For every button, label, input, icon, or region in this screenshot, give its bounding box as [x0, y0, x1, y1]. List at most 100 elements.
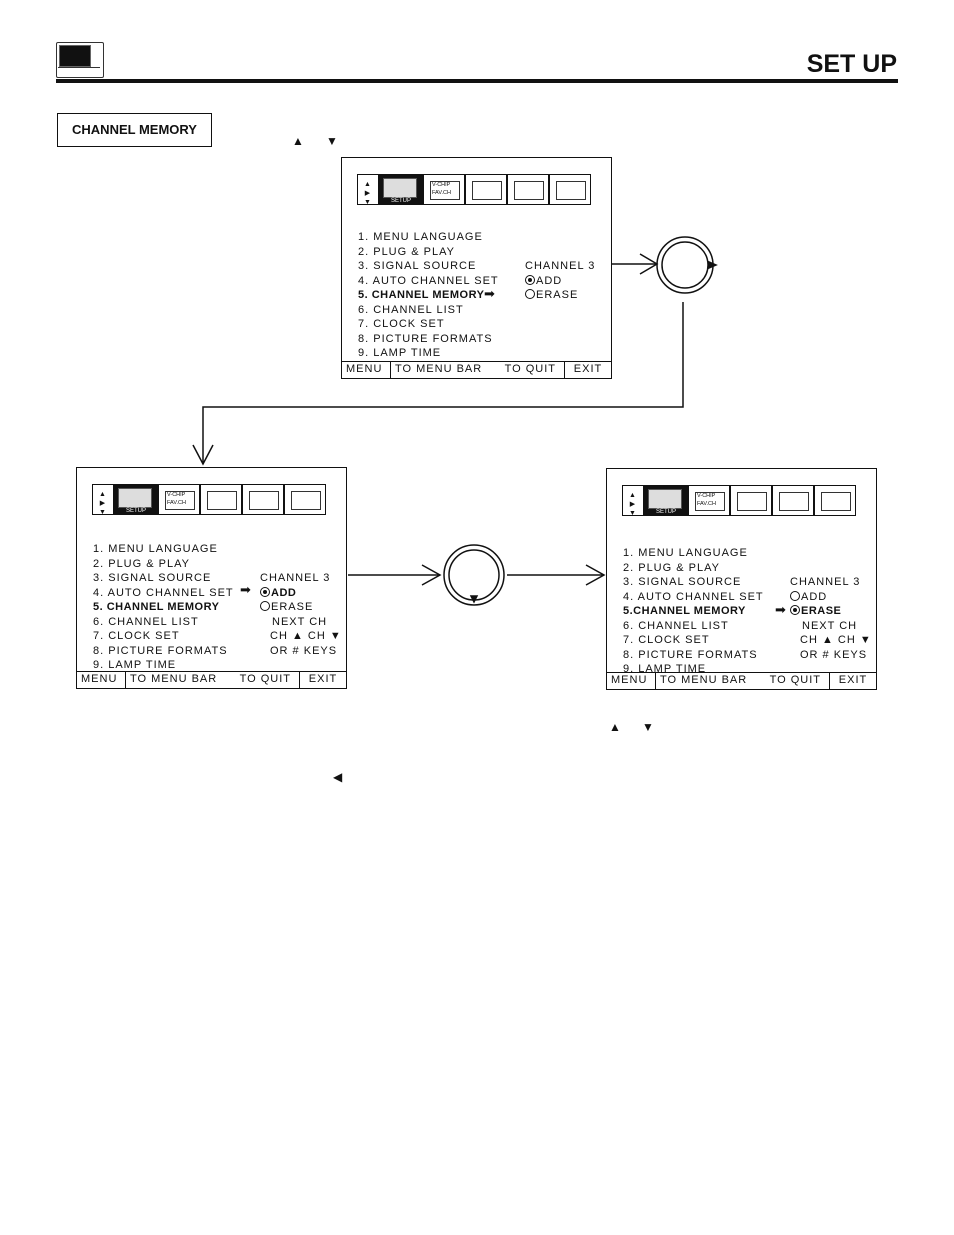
- menu-item[interactable]: 8. PICTURE FORMATS: [623, 648, 764, 663]
- audio-tab-icon[interactable]: [242, 484, 284, 515]
- menu-item[interactable]: 7. CLOCK SET: [93, 629, 234, 644]
- radio-selected-icon[interactable]: [790, 605, 800, 615]
- signal-channel: CHANNEL 3: [260, 571, 342, 586]
- setup-tab-icon: SETUP: [379, 174, 423, 205]
- ch-keys-hint-text: CH ▲ CH ▼: [270, 630, 342, 642]
- next-ch-hint: NEXT CH: [260, 615, 342, 630]
- ch-keys-hint: CH ▲ CH ▼: [790, 633, 872, 648]
- vchip-label: V-CHIP: [432, 182, 451, 188]
- tv-screen-icon: [118, 488, 152, 508]
- ch-keys-hint-text: CH ▲ CH ▼: [800, 634, 872, 646]
- footer-label: TO QUIT: [239, 673, 291, 685]
- or-keys-hint-text: OR # KEYS: [800, 648, 868, 661]
- menu-item[interactable]: 6. CHANNEL LIST: [93, 615, 234, 630]
- add-option-text: ADD: [801, 590, 828, 603]
- footer-label: EXIT: [564, 362, 611, 378]
- fav-ch-label: FAV.CH: [167, 500, 186, 506]
- menu-item[interactable]: 3. SIGNAL SOURCE: [358, 259, 499, 274]
- button-circle-inner: [661, 241, 709, 289]
- menu-item[interactable]: 2. PLUG & PLAY: [93, 557, 234, 572]
- picture-glyph: [207, 491, 237, 510]
- footer-label: TO QUIT: [504, 363, 556, 375]
- menu-item[interactable]: 8. PICTURE FORMATS: [358, 332, 499, 347]
- menu-item[interactable]: 4. AUTO CHANNEL SET: [93, 586, 234, 601]
- button-circle-inner: [448, 549, 500, 601]
- footer-label: EXIT: [829, 673, 876, 689]
- or-keys-hint: OR # KEYS: [260, 644, 342, 659]
- audio-glyph: [779, 492, 809, 511]
- menu-item-list: 1. MENU LANGUAGE 2. PLUG & PLAY 3. SIGNAL …: [358, 230, 499, 361]
- add-option-text: ADD: [536, 274, 563, 287]
- radio-unselected-icon[interactable]: [260, 601, 270, 611]
- picture-tab-icon[interactable]: [730, 485, 772, 516]
- erase-option: ERASE: [260, 600, 342, 615]
- tv-screen-icon: [383, 178, 417, 198]
- tv-screen-icon: [648, 489, 682, 509]
- menu-item[interactable]: 2. PLUG & PLAY: [358, 245, 499, 260]
- menu-item[interactable]: 4. AUTO CHANNEL SET: [623, 590, 764, 605]
- signal-channel: CHANNEL 3: [525, 259, 595, 274]
- radio-unselected-icon[interactable]: [790, 590, 800, 601]
- footer-label: MENU: [346, 363, 383, 375]
- menu-item[interactable]: 6. CHANNEL LIST: [358, 303, 499, 318]
- setup-tab-label: SETUP: [655, 509, 676, 515]
- menu-item[interactable]: 7. CLOCK SET: [358, 317, 499, 332]
- next-ch-hint-text: NEXT CH: [802, 619, 858, 632]
- footer-label: EXIT: [299, 672, 346, 688]
- menu-item[interactable]: 2. PLUG & PLAY: [623, 561, 764, 576]
- audio-tab-icon[interactable]: [772, 485, 814, 516]
- pointer-arrow-icon: ➡: [775, 602, 787, 617]
- pointer-arrow-icon: ➡: [240, 582, 252, 597]
- menu-item[interactable]: 5. CHANNEL MEMORY: [358, 288, 499, 303]
- menu-footer: MENU TO MENU BAR TO QUIT EXIT: [342, 361, 611, 378]
- radio-unselected-icon[interactable]: [525, 289, 535, 299]
- erase-option-text: ERASE: [271, 601, 314, 613]
- picture-tab-icon[interactable]: [200, 484, 242, 515]
- menu-item[interactable]: 8. PICTURE FORMATS: [93, 644, 234, 659]
- signal-channel-text: CHANNEL 3: [525, 260, 596, 272]
- menu-item[interactable]: 1. MENU LANGUAGE: [623, 546, 764, 561]
- erase-option: ERASE: [790, 604, 872, 619]
- theater-tab-icon[interactable]: [284, 484, 326, 515]
- menu-item[interactable]: 3. SIGNAL SOURCE: [623, 575, 764, 590]
- menu-screen: ▲ ▶ ▼ SETUP V-CHIP FAV.CH 1. MENU LANGUAGE 2. P…: [76, 467, 347, 689]
- theater-tab-icon[interactable]: [814, 485, 856, 516]
- menu-item[interactable]: 3. SIGNAL SOURCE: [93, 571, 234, 586]
- radio-selected-icon[interactable]: [260, 586, 270, 597]
- radio-selected-icon[interactable]: [525, 274, 535, 285]
- add-option: ADD: [790, 590, 872, 605]
- menu-item[interactable]: 5. CHANNEL MEMORY: [93, 600, 234, 615]
- option-column: CHANNEL 3 ADD ERASE NEXT CH CH ▲ CH ▼ OR # KE…: [790, 575, 872, 662]
- theater-glyph: [291, 491, 321, 510]
- menu-icon-bar: ▲ ▶ ▼ SETUP V-CHIP FAV.CH: [622, 485, 858, 518]
- menu-item[interactable]: 6. CHANNEL LIST: [623, 619, 764, 634]
- manual-page: SET UP CHANNEL MEMORY ▲ ▼ ▲ ▼ ◀ ▲ ▶ ▼ SETUP…: [0, 0, 954, 1235]
- theater-tab-icon[interactable]: [549, 174, 591, 205]
- audio-glyph: [249, 491, 279, 510]
- menu-item[interactable]: 5.CHANNEL MEMORY: [623, 604, 764, 619]
- picture-tab-icon[interactable]: [465, 174, 507, 205]
- audio-tab-icon[interactable]: [507, 174, 549, 205]
- next-ch-hint: NEXT CH: [790, 619, 872, 634]
- ch-keys-hint: CH ▲ CH ▼: [260, 629, 342, 644]
- menu-item[interactable]: 1. MENU LANGUAGE: [358, 230, 499, 245]
- menu-item[interactable]: 1. MENU LANGUAGE: [93, 542, 234, 557]
- menu-footer: MENU TO MENU BAR TO QUIT EXIT: [607, 672, 876, 689]
- next-ch-hint-text: NEXT CH: [272, 615, 328, 628]
- menu-icon-bar: ▲ ▶ ▼ SETUP V-CHIP FAV.CH: [357, 174, 593, 207]
- add-option: ADD: [525, 274, 595, 289]
- menu-item[interactable]: 4. AUTO CHANNEL SET: [358, 274, 499, 289]
- vchip-tab-icon[interactable]: V-CHIP FAV.CH: [158, 484, 200, 515]
- option-column: CHANNEL 3 ADD ERASE: [525, 259, 595, 303]
- setup-tab-icon: SETUP: [114, 484, 158, 515]
- footer-label: TO MENU BAR: [125, 672, 221, 688]
- menu-item-list: 1. MENU LANGUAGE 2. PLUG & PLAY 3. SIGNAL …: [93, 542, 234, 673]
- fav-ch-label: FAV.CH: [697, 501, 716, 507]
- menu-item[interactable]: 9. LAMP TIME: [358, 346, 499, 361]
- vchip-tab-icon[interactable]: V-CHIP FAV.CH: [423, 174, 465, 205]
- theater-glyph: [821, 492, 851, 511]
- audio-glyph: [514, 181, 544, 200]
- menu-item[interactable]: 7. CLOCK SET: [623, 633, 764, 648]
- signal-channel-text: CHANNEL 3: [260, 572, 331, 584]
- vchip-tab-icon[interactable]: V-CHIP FAV.CH: [688, 485, 730, 516]
